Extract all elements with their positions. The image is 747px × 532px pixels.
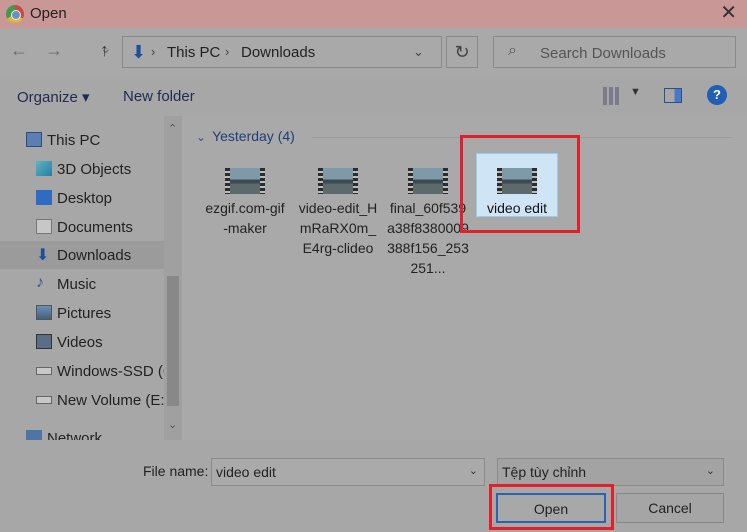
file-type-value: Tệp tùy chỉnh [502, 464, 587, 480]
sidebar-scrollbar[interactable]: ⌃ ⌄ [164, 116, 182, 440]
sidebar-item-label: Downloads [57, 247, 132, 264]
filename-label: File name: [143, 463, 209, 479]
refresh-button[interactable]: ↻ [446, 36, 478, 68]
sidebar-item-label: Documents [57, 219, 133, 236]
command-toolbar: Organize ▾ New folder ▼ ? [0, 78, 747, 116]
breadcrumb-downloads[interactable]: Downloads [241, 44, 315, 61]
sidebar-item-this-pc[interactable]: This PC [0, 126, 164, 154]
navigation-pane: This PC 3D Objects Desktop Documents ⬇ D… [0, 116, 182, 440]
video-thumbnail-icon [408, 168, 448, 194]
sidebar-item-label: Music [57, 276, 97, 293]
sidebar-item-label: New Volume (E:) [57, 392, 170, 409]
search-placeholder: Search Downloads [540, 45, 666, 62]
chevron-down-icon[interactable]: ⌄ [168, 418, 177, 431]
pictures-icon [36, 305, 52, 320]
desktop-icon [36, 190, 52, 205]
chevron-down-icon: ⌄ [196, 130, 207, 144]
window-title: Open [30, 5, 67, 22]
highlight-box [489, 484, 614, 530]
sidebar-item-new-volume[interactable]: New Volume (E:) [0, 386, 170, 414]
view-dropdown-icon[interactable]: ▼ [630, 86, 641, 98]
network-icon [26, 430, 42, 440]
sidebar-item-label: Desktop [57, 190, 113, 207]
videos-icon [36, 334, 52, 349]
music-icon: ♪ [36, 274, 44, 291]
file-name: video-edit_HmRaRX0m_E4rg-clideo [298, 200, 378, 256]
file-type-select[interactable]: Tệp tùy chỉnh ⌄ [497, 458, 724, 486]
drive-icon [36, 396, 52, 404]
forward-arrow-icon[interactable]: → [45, 40, 63, 61]
sidebar-item-label: Windows-SSD (C [57, 363, 174, 380]
search-input[interactable]: ⌕ Search Downloads [493, 36, 736, 68]
search-icon: ⌕ [508, 42, 517, 59]
sidebar-item-downloads[interactable]: ⬇ Downloads [0, 241, 164, 269]
video-thumbnail-icon [225, 168, 265, 194]
chevron-right-icon: › [151, 44, 156, 59]
file-item[interactable]: video-edit_HmRaRX0m_E4rg-clideo [297, 168, 379, 258]
sidebar-item-pictures[interactable]: Pictures [0, 299, 164, 327]
sidebar-item-3d-objects[interactable]: 3D Objects [0, 155, 164, 183]
cube-icon [36, 161, 52, 176]
chevron-right-icon: › [225, 44, 230, 59]
file-name: ezgif.com-gif-maker [205, 200, 285, 236]
sidebar-item-label: 3D Objects [57, 161, 132, 178]
highlight-box [460, 135, 580, 233]
sidebar-item-label: Pictures [57, 305, 112, 322]
file-name: final_60f539a38f8380009388f156_253251... [387, 200, 469, 276]
address-dropdown-icon[interactable]: ⌄ [413, 44, 424, 60]
file-item[interactable]: ezgif.com-gif-maker [204, 168, 286, 238]
sidebar-item-label: This PC [47, 132, 101, 149]
close-icon[interactable]: ✕ [720, 2, 737, 24]
sidebar-item-desktop[interactable]: Desktop [0, 184, 164, 212]
help-icon[interactable]: ? [707, 85, 727, 105]
chevron-up-icon[interactable]: ⌃ [168, 122, 177, 135]
downloads-icon: ⬇ [36, 247, 50, 264]
chrome-icon [6, 5, 24, 23]
documents-icon [36, 219, 52, 234]
group-label: Yesterday (4) [212, 128, 295, 144]
chevron-down-icon: ⌄ [705, 465, 715, 477]
sidebar-item-label: Videos [57, 334, 103, 351]
organize-button[interactable]: Organize ▾ [17, 88, 90, 106]
new-folder-button[interactable]: New folder [123, 88, 195, 105]
computer-icon [26, 132, 42, 147]
sidebar-item-network[interactable]: Network [0, 424, 164, 440]
scrollbar-thumb[interactable] [167, 276, 179, 406]
cancel-button[interactable]: Cancel [616, 493, 724, 523]
title-bar: Open ✕ [0, 0, 747, 28]
breadcrumb-this-pc[interactable]: This PC [167, 44, 220, 61]
filename-value: video edit [216, 464, 276, 480]
navigation-bar: ← → ⌄ ↑ ⬇ › This PC › Downloads ⌄ ↻ ⌕ Se… [0, 28, 747, 76]
address-bar[interactable]: ⬇ › This PC › Downloads ⌄ [122, 36, 442, 68]
back-arrow-icon[interactable]: ← [10, 40, 28, 61]
downloads-arrow-icon: ⬇ [131, 42, 147, 62]
drive-icon [36, 367, 52, 375]
sidebar-item-documents[interactable]: Documents [0, 213, 164, 241]
video-thumbnail-icon [318, 168, 358, 194]
sidebar-item-music[interactable]: ♪ Music [0, 270, 164, 298]
sidebar-item-label: Network [47, 430, 103, 440]
sidebar-item-windows-ssd[interactable]: Windows-SSD (C [0, 357, 174, 385]
up-arrow-icon[interactable]: ↑ [100, 40, 109, 61]
view-options-icon[interactable] [603, 87, 621, 105]
dialog-footer: File name: video edit ⌄ Tệp tùy chỉnh ⌄ … [0, 440, 747, 532]
group-header[interactable]: ⌄ Yesterday (4) [196, 128, 295, 144]
preview-pane-icon[interactable] [664, 88, 682, 103]
sidebar-item-videos[interactable]: Videos [0, 328, 164, 356]
chevron-down-icon[interactable]: ⌄ [469, 464, 478, 477]
filename-input[interactable]: video edit ⌄ [211, 458, 485, 486]
file-item[interactable]: final_60f539a38f8380009388f156_253251... [387, 168, 469, 278]
